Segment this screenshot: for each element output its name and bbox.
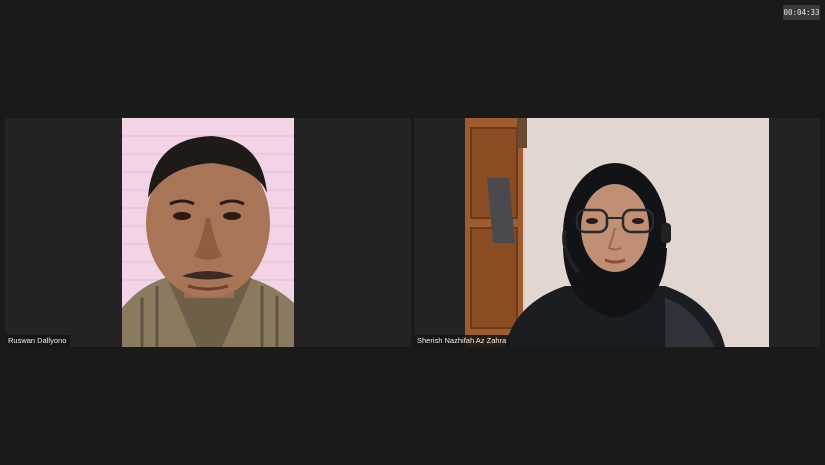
participant-video-image-1 [122,118,294,347]
participant-video-2 [465,118,769,347]
participant-video-image-2 [465,118,769,347]
participant-video-1 [122,118,294,347]
participant-tile-1[interactable]: Ruswan Dallyono [5,118,411,347]
meeting-stage: 00:04:33 Ruswan Dallyono Sherish Nazhifa… [0,0,825,465]
participant-name-label: Ruswan Dallyono [5,335,71,347]
meeting-timer: 00:04:33 [783,5,820,20]
participant-name-label: Sherish Nazhifah Az Zahra [414,335,511,347]
participant-tile-2[interactable]: Sherish Nazhifah Az Zahra [414,118,820,347]
